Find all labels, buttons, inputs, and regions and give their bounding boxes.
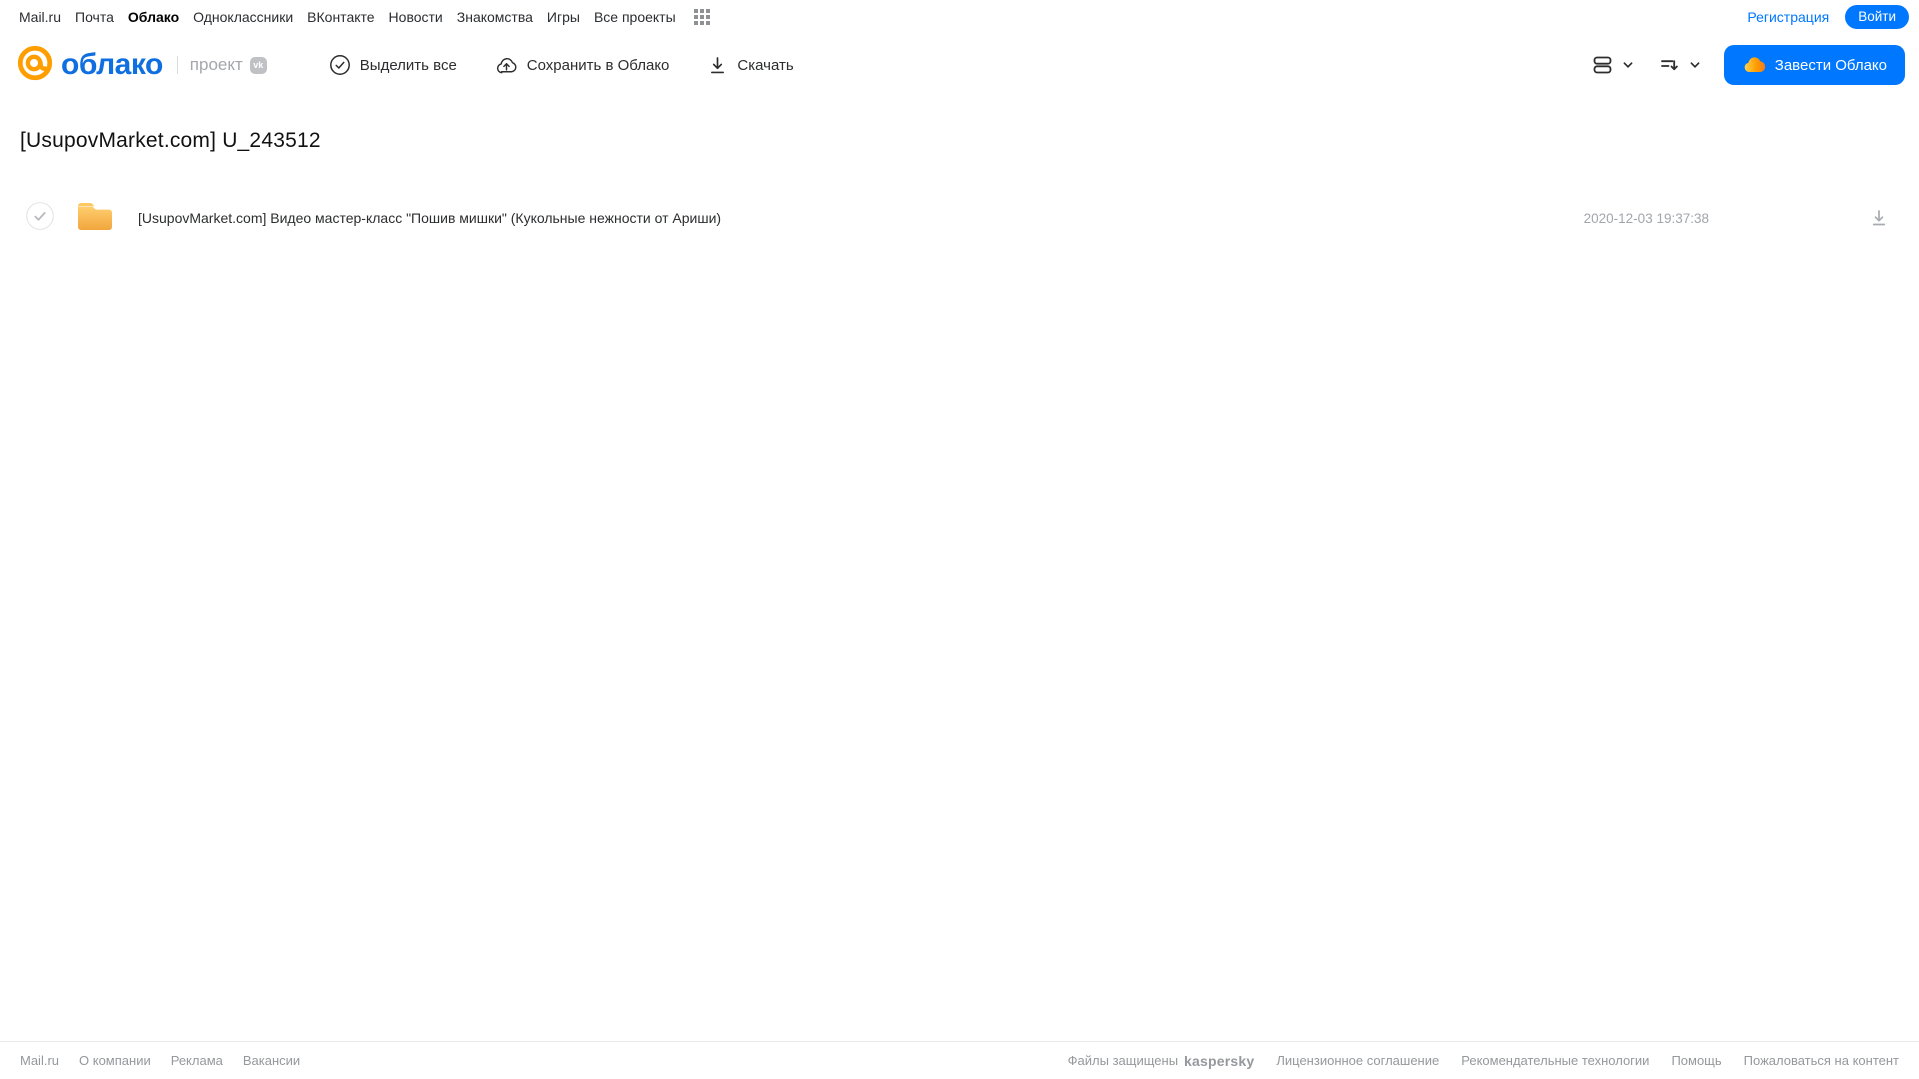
topnav-all-projects[interactable]: Все проекты [594,9,676,25]
footer-mailru-link[interactable]: Mail.ru [20,1053,59,1068]
save-to-cloud-label: Сохранить в Облако [526,56,670,74]
create-cloud-label: Завести Облако [1774,56,1887,74]
topnav-igry[interactable]: Игры [547,9,580,25]
topnav-novosti[interactable]: Новости [389,9,443,25]
view-mode-dropdown[interactable] [1590,53,1635,77]
page-title: [UsupovMarket.com] U_243512 [20,129,321,152]
topnav-vkontakte[interactable]: ВКонтакте [307,9,374,25]
footer-license-link[interactable]: Лицензионное соглашение [1276,1053,1439,1068]
apps-grid-icon[interactable] [693,8,710,25]
protected-label: Файлы защищены [1067,1053,1179,1068]
at-logo-icon [16,44,54,87]
select-all-icon [329,54,351,76]
footer-recommendation-link[interactable]: Рекомендательные технологии [1461,1053,1649,1068]
vk-badge-icon: vk [249,56,267,74]
topbar-auth: Регистрация Войти [1747,4,1909,29]
topnav-pochta[interactable]: Почта [75,9,114,25]
download-label: Скачать [737,56,794,74]
select-all-button[interactable]: Выделить все [329,54,457,76]
chevron-down-icon [1621,58,1635,72]
login-button[interactable]: Войти [1845,4,1909,29]
project-label: проект [189,55,243,74]
registration-link[interactable]: Регистрация [1747,9,1829,25]
topnav-mailru[interactable]: Mail.ru [19,9,61,25]
file-row[interactable]: [UsupovMarket.com] Видео мастер-класс "П… [0,187,1919,249]
footer-right-links: Файлы защищены kaspersky Лицензионное со… [1068,1053,1899,1069]
cloud-header: облако проект vk Выделить все Сохранить … [0,33,1919,97]
portal-topbar: Mail.ru Почта Облако Одноклассники ВКонт… [0,0,1919,33]
file-toolbar: Выделить все Сохранить в Облако Скачать [329,54,794,77]
footer-help-link[interactable]: Помощь [1671,1053,1721,1068]
sort-icon [1657,53,1683,77]
logo-wordmark: облако [61,48,163,81]
footer-report-link[interactable]: Пожаловаться на контент [1744,1053,1899,1068]
topnav-znakomstva[interactable]: Знакомства [457,9,533,25]
select-all-label: Выделить все [359,56,457,74]
cloud-logo[interactable]: облако проект vk [16,44,267,87]
folder-icon [76,199,114,237]
download-icon [707,55,728,76]
topnav-oblako[interactable]: Облако [128,9,179,25]
file-name[interactable]: [UsupovMarket.com] Видео мастер-класс "П… [138,210,721,226]
footer-about-link[interactable]: О компании [79,1053,151,1068]
footer-left-links: Mail.ru О компании Реклама Вакансии [20,1053,300,1068]
footer-ads-link[interactable]: Реклама [171,1053,223,1068]
cloud-public-page: Mail.ru Почта Облако Одноклассники ВКонт… [0,0,1919,1079]
header-right-controls: Завести Облако [1590,45,1905,85]
footer-jobs-link[interactable]: Вакансии [243,1053,300,1068]
kaspersky-protected: Файлы защищены kaspersky [1068,1053,1255,1069]
logo-divider [176,56,178,74]
kaspersky-logo[interactable]: kaspersky [1184,1053,1254,1069]
sort-dropdown[interactable] [1657,53,1702,77]
file-date: 2020-12-03 19:37:38 [1583,210,1709,226]
topnav-odnoklassniki[interactable]: Одноклассники [193,9,293,25]
create-cloud-button[interactable]: Завести Облако [1723,45,1905,85]
footer: Mail.ru О компании Реклама Вакансии Файл… [0,1041,1919,1079]
file-download-icon[interactable] [1869,208,1889,228]
save-to-cloud-icon [495,54,518,77]
chevron-down-icon [1688,58,1702,72]
view-mode-icon [1590,53,1616,77]
cloud-icon [1742,53,1766,77]
download-button[interactable]: Скачать [707,55,794,76]
row-checkbox[interactable] [26,201,54,235]
save-to-cloud-button[interactable]: Сохранить в Облако [495,54,670,77]
